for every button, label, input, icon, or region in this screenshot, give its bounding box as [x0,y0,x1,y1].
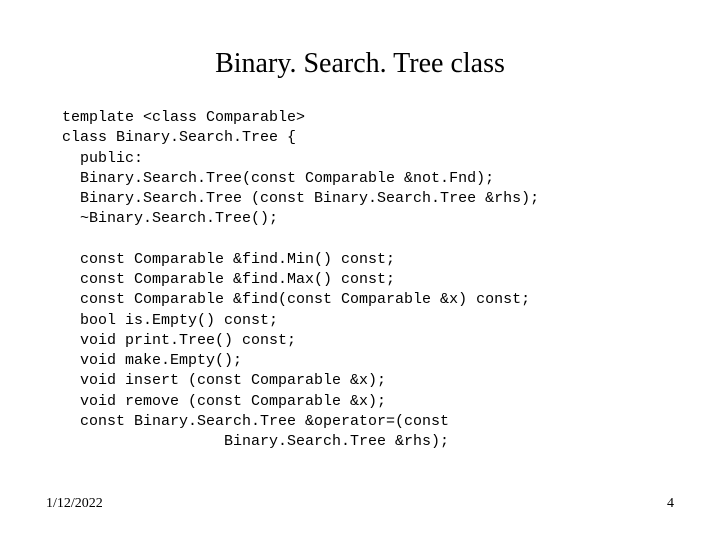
slide: Binary. Search. Tree class template <cla… [0,0,720,540]
footer-page-number: 4 [667,496,674,512]
footer-date: 1/12/2022 [46,496,103,512]
code-block: template <class Comparable> class Binary… [62,108,662,452]
slide-title: Binary. Search. Tree class [0,48,720,80]
